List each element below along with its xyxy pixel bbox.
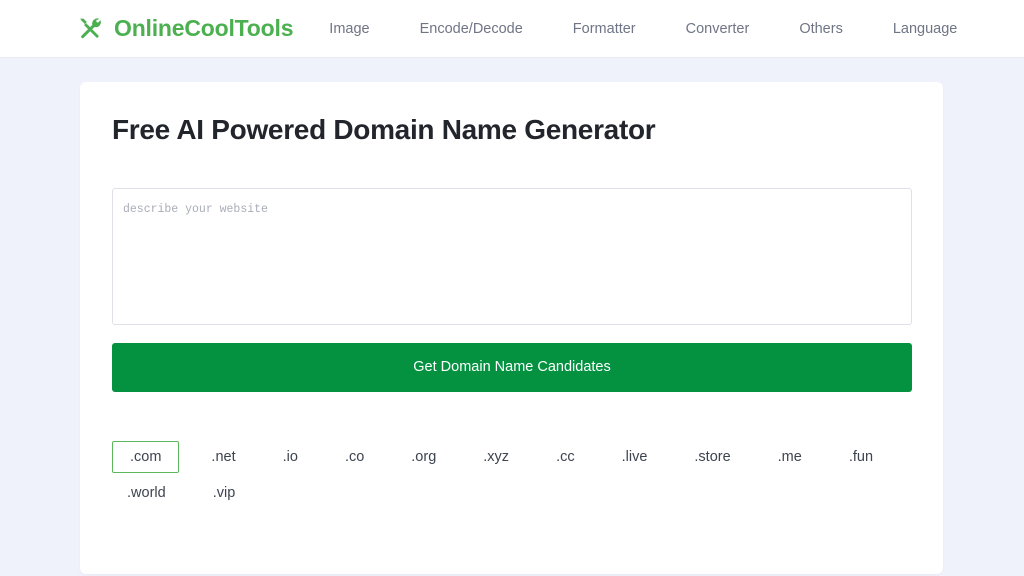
tld-chip-net[interactable]: .net — [196, 441, 250, 473]
tld-chip-com[interactable]: .com — [112, 441, 180, 474]
nav-item-formatter[interactable]: Formatter — [573, 15, 636, 43]
describe-website-textarea[interactable] — [112, 188, 912, 325]
tld-chip-live[interactable]: .live — [607, 441, 663, 473]
get-domain-name-candidates-button[interactable]: Get Domain Name Candidates — [112, 343, 912, 392]
nav-item-language[interactable]: Language — [893, 15, 958, 43]
main-nav: Image Encode/Decode Formatter Converter … — [323, 15, 982, 43]
crossed-tools-icon — [76, 15, 104, 43]
tld-chip-me[interactable]: .me — [763, 441, 817, 473]
tld-chip-vip[interactable]: .vip — [198, 477, 251, 509]
generator-form: Get Domain Name Candidates .com .net .io… — [111, 188, 912, 513]
brand-logo-link[interactable]: OnlineCoolTools — [76, 15, 293, 43]
brand-name: OnlineCoolTools — [114, 15, 294, 41]
tld-chip-fun[interactable]: .fun — [834, 441, 888, 473]
tld-chip-io[interactable]: .io — [268, 441, 313, 473]
nav-item-converter[interactable]: Converter — [686, 15, 750, 43]
nav-item-image[interactable]: Image — [329, 15, 369, 43]
page-body: Free AI Powered Domain Name Generator Ge… — [0, 58, 1024, 574]
tld-chip-xyz[interactable]: .xyz — [468, 441, 524, 473]
tld-chip-co[interactable]: .co — [330, 441, 379, 473]
nav-item-others[interactable]: Others — [799, 15, 843, 43]
tld-chip-org[interactable]: .org — [396, 441, 451, 473]
tld-chip-world[interactable]: .world — [112, 477, 181, 509]
tld-chip-store[interactable]: .store — [679, 441, 745, 473]
tld-list: .com .net .io .co .org .xyz .cc .live .s… — [112, 441, 912, 513]
nav-item-encode-decode[interactable]: Encode/Decode — [420, 15, 523, 43]
generator-card: Free AI Powered Domain Name Generator Ge… — [80, 82, 943, 574]
site-header: OnlineCoolTools Image Encode/Decode Form… — [0, 0, 1024, 58]
tld-chip-cc[interactable]: .cc — [541, 441, 590, 473]
page-title: Free AI Powered Domain Name Generator — [112, 114, 656, 145]
